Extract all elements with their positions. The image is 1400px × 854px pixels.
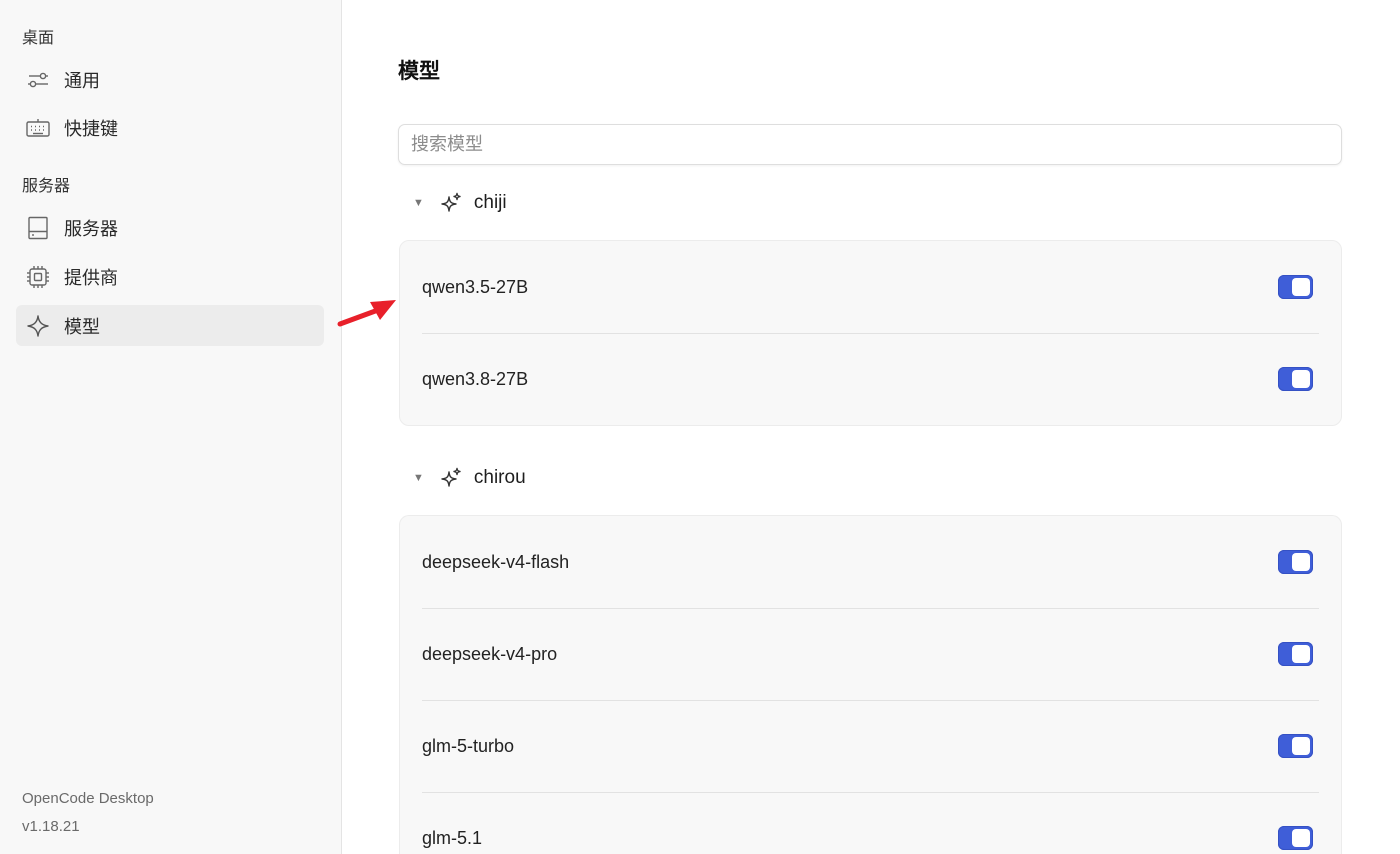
model-toggle[interactable]: [1278, 550, 1313, 574]
sparkle-icon: [26, 314, 50, 338]
model-list-card: deepseek-v4-flash deepseek-v4-pro glm-5-…: [399, 515, 1342, 854]
sidebar-item-shortcuts[interactable]: 快捷键: [16, 107, 324, 148]
keyboard-icon: [26, 116, 50, 140]
section-title-desktop: 桌面: [22, 30, 55, 47]
group-header-chiji: ▼ chiji: [413, 190, 507, 216]
sidebar-item-server[interactable]: 服务器: [16, 207, 324, 248]
model-toggle[interactable]: [1278, 642, 1313, 666]
sliders-icon: [26, 68, 50, 92]
sidebar-item-label: 模型: [64, 316, 100, 337]
model-toggle[interactable]: [1278, 734, 1313, 758]
group-name: chirou: [473, 467, 526, 488]
page-title: 模型: [398, 60, 440, 83]
model-list-card: qwen3.5-27B qwen3.8-27B: [399, 240, 1342, 426]
sidebar-item-general[interactable]: 通用: [16, 59, 324, 100]
model-name: deepseek-v4-pro: [422, 644, 558, 664]
sparkles-icon: [440, 192, 462, 214]
model-row: deepseek-v4-pro: [400, 608, 1341, 700]
chip-icon: [26, 265, 50, 289]
sidebar: 桌面 通用 快捷键 服务器 服务器 提供商 模型 OpenCode Deskto…: [0, 0, 342, 854]
sidebar-item-models[interactable]: 模型: [16, 305, 324, 346]
model-toggle[interactable]: [1278, 275, 1313, 299]
annotation-arrow-icon: [337, 300, 396, 327]
sidebar-item-label: 通用: [64, 70, 100, 91]
main-content: 模型 ▼ chiji qwen3.5-27B qwen3.8-27B ▼: [343, 0, 1400, 854]
sidebar-item-label: 快捷键: [64, 118, 118, 139]
search-input[interactable]: [398, 124, 1342, 165]
model-row: glm-5.1: [400, 792, 1341, 854]
sidebar-item-label: 提供商: [64, 267, 118, 288]
app-version: v1.18.21: [22, 818, 80, 835]
group-header-chirou: ▼ chirou: [413, 465, 526, 491]
app-name: OpenCode Desktop: [22, 790, 154, 807]
sidebar-item-providers[interactable]: 提供商: [16, 256, 324, 297]
sidebar-item-label: 服务器: [64, 218, 118, 239]
model-name: qwen3.8-27B: [422, 369, 529, 389]
model-name: qwen3.5-27B: [422, 277, 529, 297]
model-row: deepseek-v4-flash: [400, 516, 1341, 608]
model-row: qwen3.8-27B: [400, 333, 1341, 425]
sparkles-icon: [440, 467, 462, 489]
model-toggle[interactable]: [1278, 826, 1313, 850]
model-name: glm-5.1: [422, 828, 483, 848]
model-name: glm-5-turbo: [422, 736, 515, 756]
group-name: chiji: [473, 192, 507, 213]
model-name: deepseek-v4-flash: [422, 552, 570, 572]
model-row: qwen3.5-27B: [400, 241, 1341, 333]
caret-down-icon[interactable]: ▼: [413, 197, 424, 209]
caret-down-icon[interactable]: ▼: [413, 472, 424, 484]
server-icon: [26, 216, 50, 240]
model-row: glm-5-turbo: [400, 700, 1341, 792]
model-toggle[interactable]: [1278, 367, 1313, 391]
section-title-server: 服务器: [22, 178, 71, 195]
